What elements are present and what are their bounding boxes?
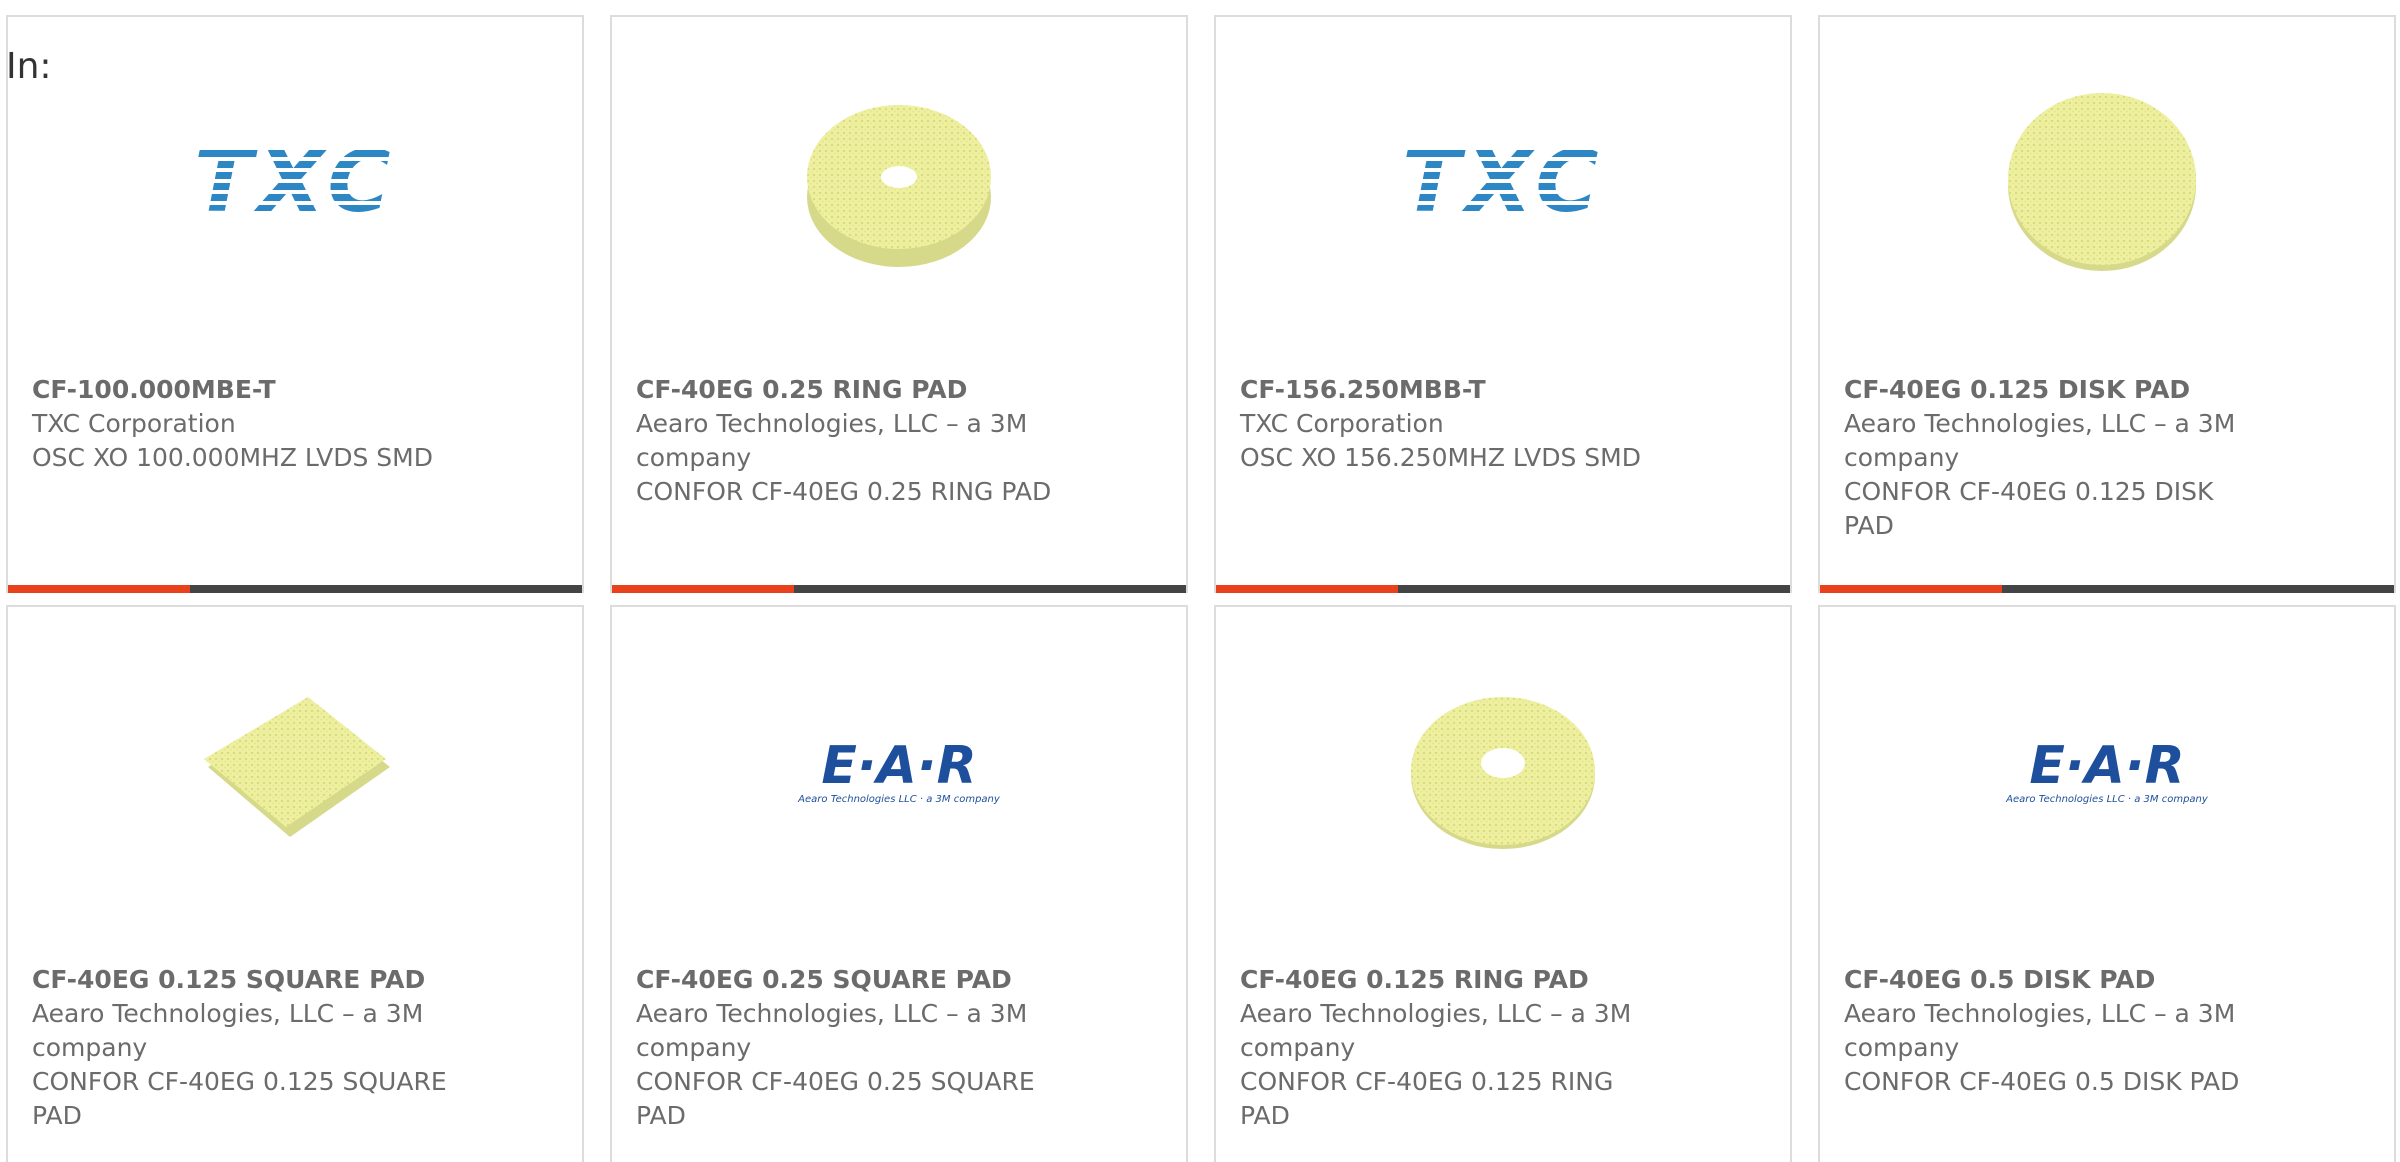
product-manufacturer: TXC Corporation bbox=[32, 409, 236, 438]
product-part-number[interactable]: CF-40EG 0.5 DISK PAD bbox=[1844, 963, 2264, 997]
ear-logo-icon: E·A·R Aearo Technologies LLC · a 3M comp… bbox=[798, 740, 1000, 805]
product-image bbox=[1820, 77, 2394, 287]
ear-logo-text: E·A·R bbox=[2029, 735, 2185, 796]
product-image bbox=[8, 667, 582, 877]
product-part-number[interactable]: CF-100.000MBE-T bbox=[32, 373, 452, 407]
foam-ring-icon bbox=[807, 105, 991, 267]
product-description: OSC XO 100.000MHZ LVDS SMD bbox=[32, 443, 433, 472]
card-bottom-bar bbox=[612, 585, 1186, 593]
product-part-number[interactable]: CF-156.250MBB-T bbox=[1240, 373, 1660, 407]
card-bottom-bar bbox=[1820, 585, 2394, 593]
product-image: E·A·R Aearo Technologies LLC · a 3M comp… bbox=[612, 667, 1186, 877]
ear-logo-subtext: Aearo Technologies LLC · a 3M company bbox=[2006, 793, 2208, 805]
product-card[interactable]: CF-40EG 0.125 DISK PAD Aearo Technologie… bbox=[1818, 15, 2396, 593]
foam-square-icon bbox=[204, 697, 390, 837]
ear-logo-text: E·A·R bbox=[821, 735, 977, 796]
txc-logo-icon: TXC bbox=[1401, 132, 1605, 232]
card-bottom-bar bbox=[1216, 585, 1790, 593]
product-manufacturer: Aearo Technologies, LLC – a 3M company bbox=[636, 999, 1028, 1062]
product-part-number[interactable]: CF-40EG 0.125 SQUARE PAD bbox=[32, 963, 452, 997]
product-image: E·A·R Aearo Technologies LLC · a 3M comp… bbox=[1820, 667, 2394, 877]
product-card[interactable]: CF-40EG 0.25 RING PAD Aearo Technologies… bbox=[610, 15, 1188, 593]
foam-disk-icon bbox=[2008, 93, 2196, 271]
product-description: CONFOR CF-40EG 0.5 DISK PAD bbox=[1844, 1067, 2240, 1096]
product-description: CONFOR CF-40EG 0.125 SQUARE PAD bbox=[32, 1067, 447, 1130]
product-card[interactable]: E·A·R Aearo Technologies LLC · a 3M comp… bbox=[610, 605, 1188, 1162]
product-description: CONFOR CF-40EG 0.125 RING PAD bbox=[1240, 1067, 1614, 1130]
txc-logo-icon: TXC bbox=[193, 132, 397, 232]
ear-logo-subtext: Aearo Technologies LLC · a 3M company bbox=[798, 793, 1000, 805]
product-manufacturer: Aearo Technologies, LLC – a 3M company bbox=[32, 999, 424, 1062]
card-accent bbox=[1216, 585, 1398, 593]
product-description: CONFOR CF-40EG 0.25 RING PAD bbox=[636, 477, 1052, 506]
product-manufacturer: Aearo Technologies, LLC – a 3M company bbox=[636, 409, 1028, 472]
product-manufacturer: Aearo Technologies, LLC – a 3M company bbox=[1844, 409, 2236, 472]
product-card[interactable]: CF-40EG 0.125 SQUARE PAD Aearo Technolog… bbox=[6, 605, 584, 1162]
product-description: CONFOR CF-40EG 0.125 DISK PAD bbox=[1844, 477, 2214, 540]
foam-ring-icon bbox=[1411, 697, 1595, 849]
product-image bbox=[612, 77, 1186, 287]
product-description: OSC XO 156.250MHZ LVDS SMD bbox=[1240, 443, 1641, 472]
product-card[interactable]: TXC CF-156.250MBB-T TXC Corporation OSC … bbox=[1214, 15, 1792, 593]
product-card[interactable]: CF-40EG 0.125 RING PAD Aearo Technologie… bbox=[1214, 605, 1792, 1162]
product-part-number[interactable]: CF-40EG 0.25 RING PAD bbox=[636, 373, 1056, 407]
product-manufacturer: TXC Corporation bbox=[1240, 409, 1444, 438]
product-image: TXC bbox=[8, 77, 582, 287]
product-part-number[interactable]: CF-40EG 0.125 RING PAD bbox=[1240, 963, 1660, 997]
card-accent bbox=[1820, 585, 2002, 593]
card-accent bbox=[8, 585, 190, 593]
ear-logo-icon: E·A·R Aearo Technologies LLC · a 3M comp… bbox=[2006, 740, 2208, 805]
card-accent bbox=[612, 585, 794, 593]
product-card[interactable]: TXC CF-100.000MBE-T TXC Corporation OSC … bbox=[6, 15, 584, 593]
product-part-number[interactable]: CF-40EG 0.125 DISK PAD bbox=[1844, 373, 2264, 407]
product-image: TXC bbox=[1216, 77, 1790, 287]
product-part-number[interactable]: CF-40EG 0.25 SQUARE PAD bbox=[636, 963, 1056, 997]
product-grid-page: In: TXC CF-100.000MBE-T TXC Corporation … bbox=[0, 0, 2400, 1162]
card-bottom-bar bbox=[8, 585, 582, 593]
product-card[interactable]: E·A·R Aearo Technologies LLC · a 3M comp… bbox=[1818, 605, 2396, 1162]
product-description: CONFOR CF-40EG 0.25 SQUARE PAD bbox=[636, 1067, 1035, 1130]
product-manufacturer: Aearo Technologies, LLC – a 3M company bbox=[1844, 999, 2236, 1062]
product-manufacturer: Aearo Technologies, LLC – a 3M company bbox=[1240, 999, 1632, 1062]
product-image bbox=[1216, 667, 1790, 877]
in-label: In: bbox=[6, 46, 52, 87]
